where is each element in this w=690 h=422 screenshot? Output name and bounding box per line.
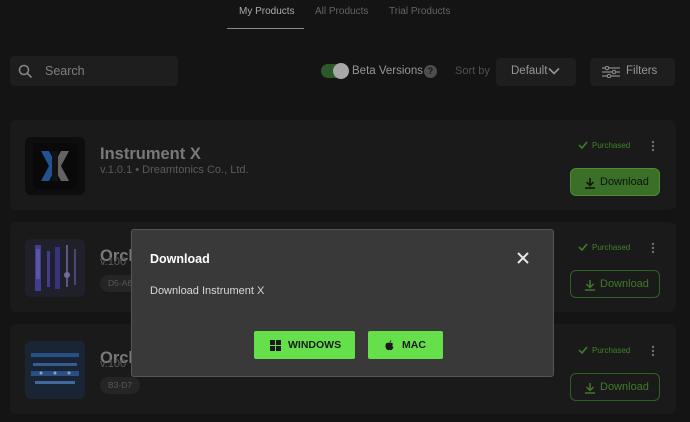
download-dialog: Download Download Instrument X WINDOWS M… <box>131 229 554 377</box>
windows-icon <box>270 340 281 351</box>
dialog-title: Download <box>150 252 210 266</box>
windows-label: WINDOWS <box>288 339 342 351</box>
mac-download-button[interactable]: MAC <box>368 331 443 359</box>
apple-icon <box>385 340 394 351</box>
mac-label: MAC <box>402 339 426 351</box>
windows-download-button[interactable]: WINDOWS <box>254 331 355 359</box>
close-icon[interactable] <box>517 252 529 264</box>
dialog-message: Download Instrument X <box>150 285 265 297</box>
